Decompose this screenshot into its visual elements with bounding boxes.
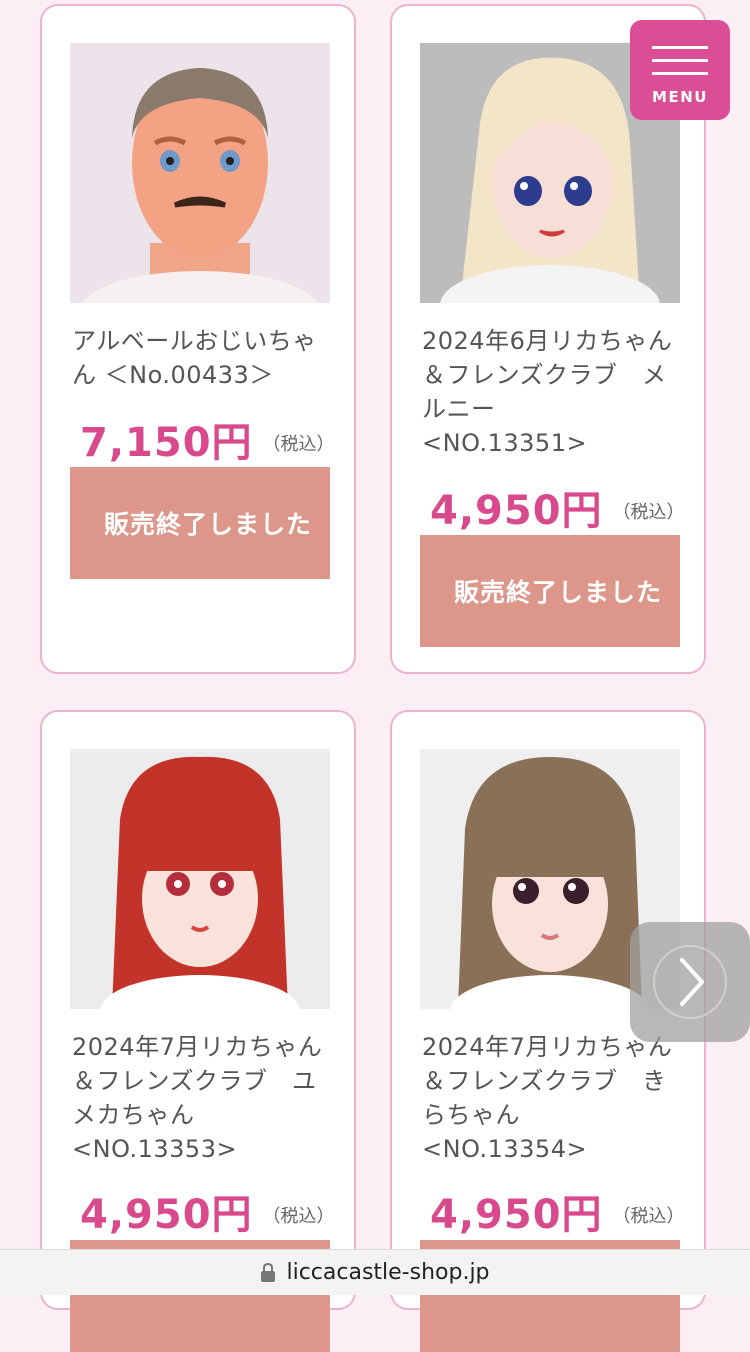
lock-icon xyxy=(261,1262,276,1282)
price-row: 7,150円 （税込） xyxy=(80,410,335,468)
carousel-next-button[interactable] xyxy=(630,922,750,1042)
browser-url-bar[interactable]: liccacastle-shop.jp xyxy=(0,1249,750,1295)
product-name[interactable]: 2024年6月リカちゃん＆フレンズクラブ メルニー <NO.13351> xyxy=(422,324,684,460)
product-image[interactable] xyxy=(70,43,330,303)
product-name[interactable]: 2024年7月リカちゃん＆フレンズクラブ きらちゃん <NO.13354> xyxy=(422,1030,684,1166)
product-price: 4,950円 xyxy=(430,1192,603,1238)
price-row: 4,950円 （税込） xyxy=(430,478,685,536)
tax-label: （税込） xyxy=(262,434,335,455)
url-text: liccacastle-shop.jp xyxy=(286,1260,490,1285)
product-image[interactable] xyxy=(70,749,330,1009)
chevron-right-icon xyxy=(653,945,727,1019)
tax-label: （税込） xyxy=(612,1206,685,1227)
tax-label: （税込） xyxy=(262,1206,335,1227)
price-row: 4,950円 （税込） xyxy=(430,1182,685,1240)
product-price: 7,150円 xyxy=(80,420,253,466)
sold-out-button[interactable]: 販売終了しました xyxy=(420,535,680,647)
product-card[interactable]: 2024年7月リカちゃん＆フレンズクラブ ユメカちゃん <NO.13353> 4… xyxy=(40,710,356,1352)
product-price: 4,950円 xyxy=(80,1192,253,1238)
menu-label: MENU xyxy=(652,88,708,106)
product-name[interactable]: アルベールおじいちゃん ＜No.00433＞ xyxy=(72,324,334,392)
product-price: 4,950円 xyxy=(430,488,603,534)
product-name[interactable]: 2024年7月リカちゃん＆フレンズクラブ ユメカちゃん <NO.13353> xyxy=(72,1030,334,1166)
product-card[interactable]: アルベールおじいちゃん ＜No.00433＞ 7,150円 （税込） 販売終了しま… xyxy=(40,4,356,674)
price-row: 4,950円 （税込） xyxy=(80,1182,335,1240)
sold-out-button[interactable]: 販売終了しました xyxy=(70,467,330,579)
tax-label: （税込） xyxy=(612,502,685,523)
menu-button[interactable]: MENU xyxy=(630,20,730,120)
